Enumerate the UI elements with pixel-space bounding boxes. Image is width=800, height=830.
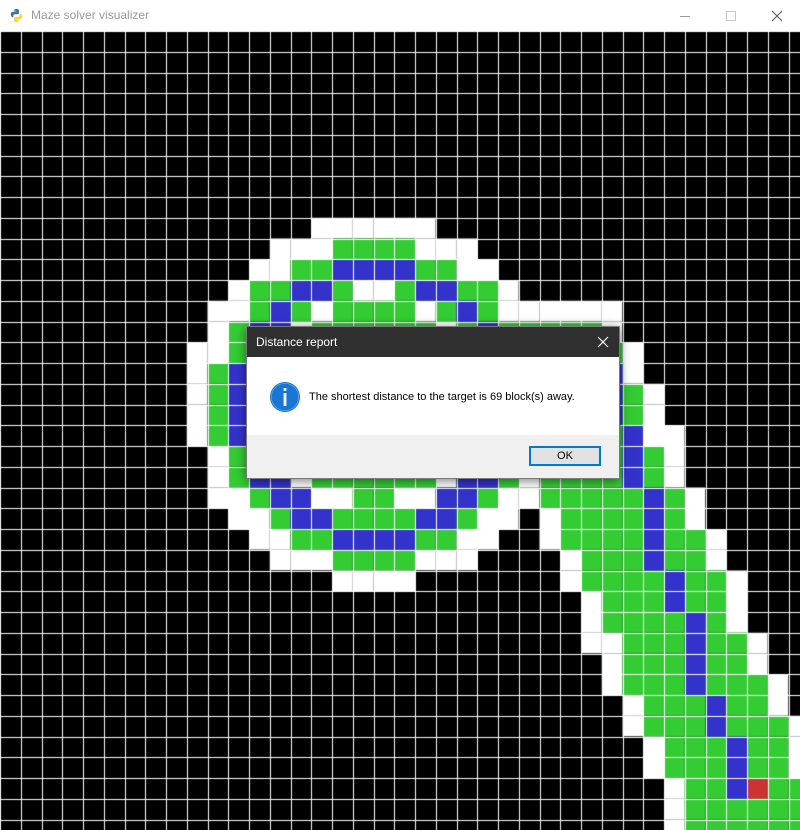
dialog-footer: OK bbox=[247, 435, 619, 478]
close-icon bbox=[597, 336, 609, 348]
info-icon bbox=[270, 382, 300, 412]
dialog-title-bar: Distance report bbox=[247, 327, 619, 357]
minimize-button[interactable] bbox=[662, 0, 708, 31]
dialog-message: The shortest distance to the target is 6… bbox=[309, 391, 575, 403]
maximize-icon bbox=[726, 10, 736, 21]
distance-report-dialog: Distance report The shortest distance to… bbox=[246, 326, 620, 479]
python-logo-icon bbox=[10, 8, 23, 23]
window-title: Maze solver visualizer bbox=[31, 8, 150, 22]
title-bar: Maze solver visualizer bbox=[0, 0, 800, 31]
ok-button[interactable]: OK bbox=[529, 446, 601, 466]
maximize-button[interactable] bbox=[708, 0, 754, 31]
minimize-icon bbox=[680, 15, 690, 17]
close-icon bbox=[771, 10, 783, 21]
close-button[interactable] bbox=[754, 0, 800, 31]
dialog-close-button[interactable] bbox=[587, 327, 619, 357]
dialog-title: Distance report bbox=[256, 335, 338, 349]
